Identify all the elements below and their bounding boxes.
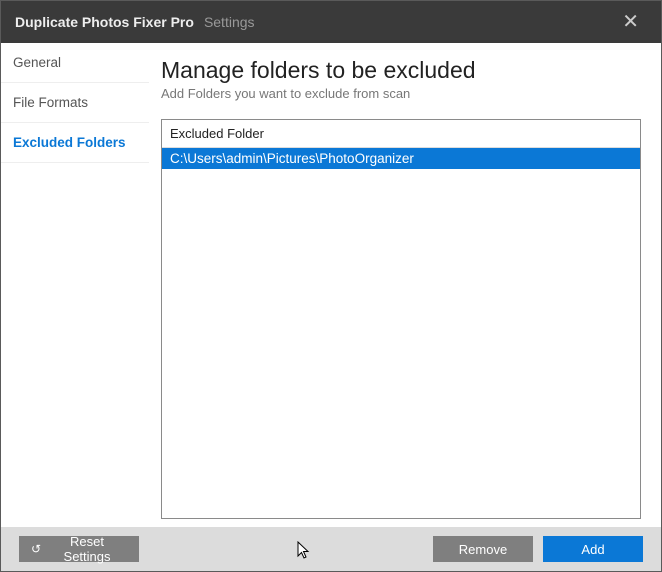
main-panel: Manage folders to be excluded Add Folder… — [149, 43, 661, 527]
undo-icon: ↺ — [31, 542, 41, 556]
list-header: Excluded Folder — [162, 120, 640, 148]
remove-button[interactable]: Remove — [433, 536, 533, 562]
app-name: Duplicate Photos Fixer Pro — [15, 14, 194, 30]
cursor-icon — [297, 541, 313, 561]
sidebar-item-label: File Formats — [13, 95, 88, 110]
excluded-folder-list: Excluded Folder C:\Users\admin\Pictures\… — [161, 119, 641, 519]
page-title: Manage folders to be excluded — [161, 57, 641, 84]
reset-label: Reset Settings — [47, 534, 127, 564]
close-icon[interactable]: ✕ — [614, 8, 647, 36]
sidebar-item-label: Excluded Folders — [13, 135, 126, 150]
breadcrumb: Settings — [204, 14, 255, 30]
sidebar-item-file-formats[interactable]: File Formats — [1, 83, 149, 123]
settings-sidebar: General File Formats Excluded Folders — [1, 43, 149, 527]
remove-label: Remove — [459, 542, 507, 557]
list-body[interactable]: C:\Users\admin\Pictures\PhotoOrganizer — [162, 148, 640, 518]
sidebar-item-label: General — [13, 55, 61, 70]
reset-settings-button[interactable]: ↺ Reset Settings — [19, 536, 139, 562]
add-button[interactable]: Add — [543, 536, 643, 562]
list-item[interactable]: C:\Users\admin\Pictures\PhotoOrganizer — [162, 148, 640, 169]
footer-bar: ↺ Reset Settings Remove Add — [1, 527, 661, 571]
sidebar-item-excluded-folders[interactable]: Excluded Folders — [1, 123, 149, 163]
content-body: General File Formats Excluded Folders Ma… — [1, 43, 661, 527]
page-subtitle: Add Folders you want to exclude from sca… — [161, 86, 641, 101]
titlebar: Duplicate Photos Fixer Pro Settings ✕ — [1, 1, 661, 43]
add-label: Add — [581, 542, 604, 557]
sidebar-item-general[interactable]: General — [1, 43, 149, 83]
